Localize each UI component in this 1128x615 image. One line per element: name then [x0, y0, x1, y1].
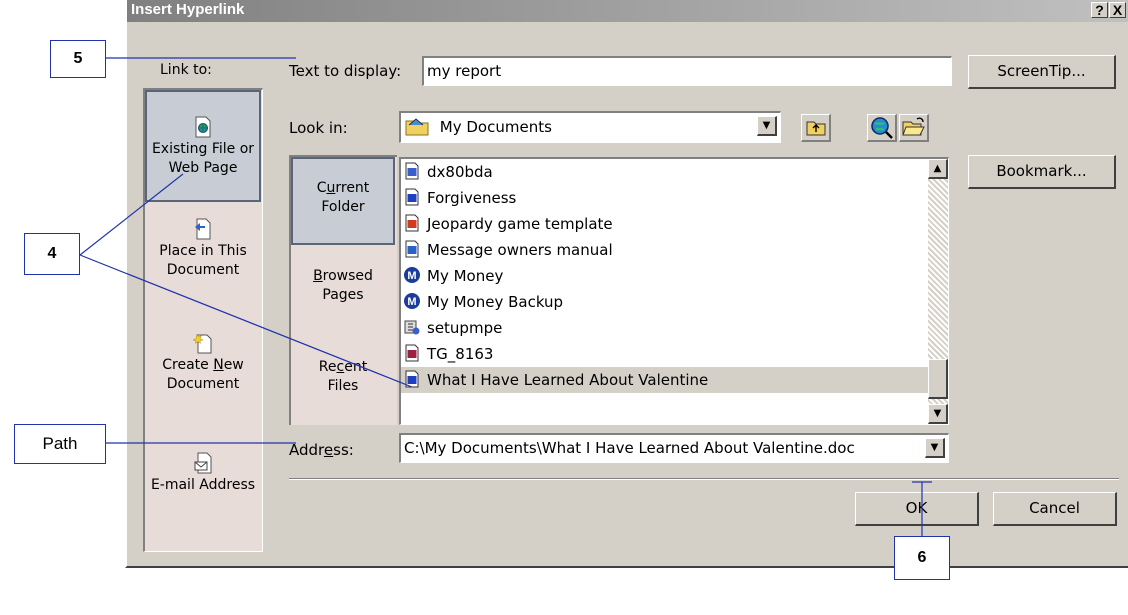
word-doc-icon [405, 188, 419, 205]
open-folder-icon [902, 117, 925, 136]
insert-hyperlink-dialog: Insert Hyperlink ? X Link to: Existing F… [125, 0, 1128, 568]
nav-recent-line1: Recent [318, 359, 368, 375]
address-dropdown-button[interactable]: ▼ [925, 438, 945, 458]
bookmark-button[interactable]: Bookmark... [968, 155, 1116, 189]
file-name: My Money [427, 267, 504, 285]
svg-text:M: M [407, 270, 416, 282]
title-bar: Insert Hyperlink ? X [127, 0, 1128, 22]
link-email-address[interactable]: E-mail Address [145, 446, 261, 506]
link-to-panel: Existing File or Web Page Place in This … [143, 88, 263, 552]
nav-panel: Current Folder Browsed Pages Recent File… [289, 155, 397, 425]
search-web-button[interactable] [867, 114, 897, 142]
scroll-down-button[interactable]: ▼ [928, 404, 948, 424]
look-in-dropdown-button[interactable]: ▼ [757, 116, 777, 136]
nav-recent-files[interactable]: Recent Files [291, 358, 395, 418]
setup-icon [404, 320, 420, 334]
link-existing-file[interactable]: Existing File or Web Page [145, 90, 261, 202]
link-to-label: Link to: [160, 62, 212, 78]
link-create-new-document[interactable]: Create New Document [145, 326, 261, 412]
nav-browsed-pages[interactable]: Browsed Pages [291, 267, 395, 327]
close-button[interactable]: X [1109, 2, 1126, 18]
file-row[interactable]: Message owners manual [401, 237, 928, 263]
callout-4: 4 [24, 233, 80, 275]
email-icon [194, 452, 212, 474]
up-folder-icon [806, 121, 826, 136]
link-place-line2: Document [166, 262, 240, 278]
link-place-line1: Place in This [159, 243, 247, 259]
link-create-line1: Create New [162, 357, 244, 373]
powerpoint-icon [405, 214, 419, 231]
file-name: TG_8163 [427, 345, 494, 363]
nav-current-line2: Folder [321, 199, 365, 215]
look-in-value: My Documents [439, 118, 552, 136]
bottom-separator [289, 478, 1119, 480]
money-icon: M [404, 266, 420, 283]
ok-button[interactable]: OK [855, 492, 979, 526]
existing-file-icon [195, 116, 211, 138]
file-row[interactable]: Jeopardy game template [401, 211, 928, 237]
svg-text:M: M [407, 296, 416, 308]
look-in-combo[interactable]: My Documents [399, 111, 781, 143]
scroll-up-button[interactable]: ▲ [928, 159, 948, 179]
file-list[interactable]: dx80bda Forgiveness Jeopardy game template… [399, 157, 949, 425]
file-row[interactable]: dx80bda [401, 159, 928, 185]
cancel-button[interactable]: Cancel [993, 492, 1117, 526]
file-row[interactable]: setupmpe [401, 315, 928, 341]
program-icon [405, 162, 419, 179]
folder-icon [405, 117, 429, 135]
file-name: Jeopardy game template [427, 215, 613, 233]
dialog-title: Insert Hyperlink [131, 1, 245, 18]
place-in-document-icon [195, 218, 211, 240]
link-email-line1: E-mail Address [150, 477, 256, 493]
file-row[interactable]: TG_8163 [401, 341, 928, 367]
file-name: setupmpe [427, 319, 503, 337]
file-name: Message owners manual [427, 241, 613, 259]
link-create-line2: Document [166, 376, 240, 392]
callout-5: 5 [50, 40, 106, 78]
screentip-button[interactable]: ScreenTip... [968, 55, 1116, 89]
nav-browsed-line1: Browsed [313, 268, 373, 284]
file-name: Forgiveness [427, 189, 517, 207]
look-in-label: Look in: [289, 119, 348, 137]
nav-current-line1: Current [316, 180, 370, 196]
link-existing-file-line2: Web Page [168, 160, 238, 176]
file-list-scrollbar[interactable]: ▲ ▼ [928, 159, 948, 424]
help-button[interactable]: ? [1091, 2, 1108, 18]
text-to-display-label: Text to display: [289, 62, 402, 80]
file-name: What I Have Learned About Valentine [427, 371, 709, 389]
link-place-in-document[interactable]: Place in This Document [145, 212, 261, 298]
file-row[interactable]: What I Have Learned About Valentine [401, 367, 928, 393]
file-row[interactable]: M My Money Backup [401, 289, 928, 315]
money-icon: M [404, 292, 420, 309]
text-to-display-input[interactable]: my report [422, 56, 952, 86]
callout-path: Path [14, 424, 106, 464]
callout-6: 6 [894, 536, 950, 580]
image-file-icon [405, 344, 419, 361]
nav-recent-line2: Files [327, 378, 359, 394]
web-search-icon [871, 117, 893, 139]
file-row[interactable]: Forgiveness [401, 185, 928, 211]
file-row[interactable]: M My Money [401, 263, 928, 289]
file-name: My Money Backup [427, 293, 564, 311]
file-name: dx80bda [427, 163, 493, 181]
scroll-thumb[interactable] [928, 359, 948, 399]
nav-current-folder[interactable]: Current Folder [291, 157, 395, 245]
new-document-icon [193, 333, 212, 354]
file-rows: dx80bda Forgiveness Jeopardy game template… [401, 159, 928, 393]
browse-file-button[interactable] [899, 114, 929, 142]
nav-browsed-line2: Pages [322, 287, 364, 303]
address-input[interactable]: C:\My Documents\What I Have Learned Abou… [399, 433, 949, 463]
word-doc-icon [405, 370, 419, 387]
help-file-icon [405, 240, 419, 257]
link-existing-file-line1: Existing File or [151, 141, 255, 157]
address-label: Address: [289, 441, 354, 459]
up-one-folder-button[interactable] [801, 114, 831, 142]
